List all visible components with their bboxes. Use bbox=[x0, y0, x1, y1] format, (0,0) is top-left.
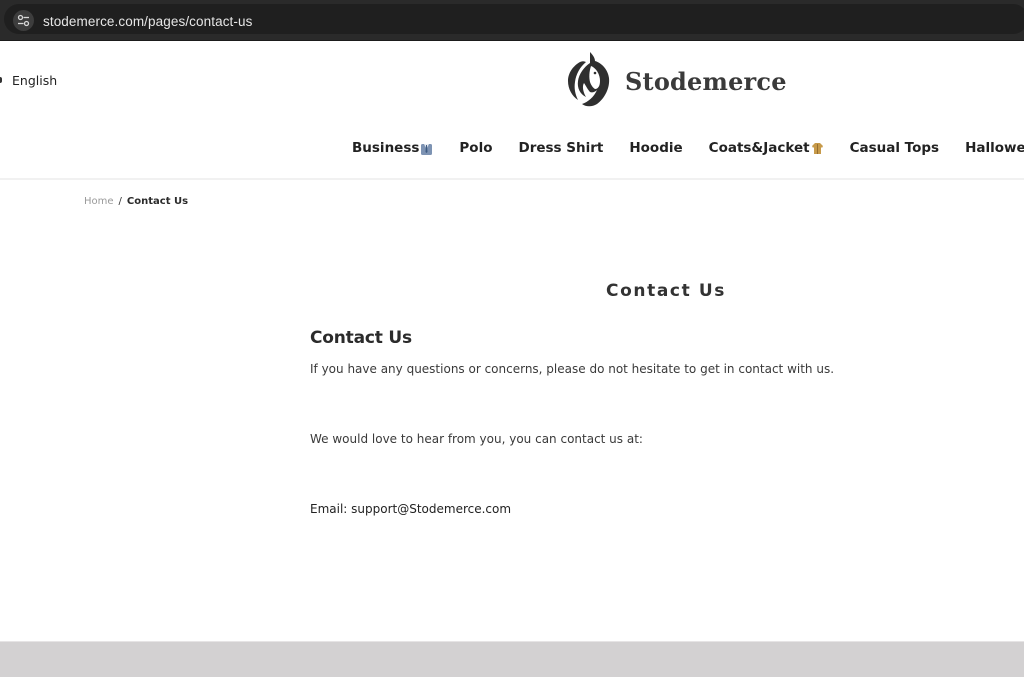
intro-paragraph: If you have any questions or concerns, p… bbox=[310, 362, 835, 376]
url-text[interactable]: stodemerce.com/pages/contact-us bbox=[43, 14, 252, 29]
nav-item-casual-tops[interactable]: Casual Tops bbox=[850, 140, 940, 156]
email-line[interactable]: Email: support@Stodemerce.com bbox=[310, 500, 910, 518]
main-nav: Business Polo Dress Shirt Hoodie Coats&J… bbox=[352, 140, 1024, 156]
nav-item-dress-shirt[interactable]: Dress Shirt bbox=[518, 140, 603, 156]
nav-item-label: Halloween bbox=[965, 140, 1024, 156]
nav-item-business[interactable]: Business bbox=[352, 140, 433, 156]
nav-item-label: Casual Tops bbox=[849, 140, 940, 156]
nav-item-label: Dress Shirt bbox=[518, 140, 604, 156]
nav-item-hoodie[interactable]: Hoodie bbox=[629, 140, 682, 156]
nav-item-label: Polo bbox=[459, 140, 493, 156]
header-divider bbox=[0, 178, 1024, 180]
horse-head-icon bbox=[568, 52, 610, 107]
nav-item-label: Hoodie bbox=[629, 140, 683, 156]
footer bbox=[0, 641, 1024, 677]
nav-item-label: Coats&Jacket bbox=[708, 140, 810, 156]
logo-text: Stodemerce bbox=[625, 66, 787, 96]
breadcrumb-separator: / bbox=[118, 196, 122, 207]
breadcrumb-current: Contact Us bbox=[126, 196, 189, 207]
suit-icon bbox=[421, 143, 433, 155]
breadcrumb: Home / Contact Us bbox=[84, 196, 188, 207]
language-selector[interactable]: English bbox=[12, 73, 57, 88]
page-title: Contact Us bbox=[606, 281, 726, 301]
nav-item-coats-jacket[interactable]: Coats&Jacket bbox=[709, 140, 824, 156]
contact-paragraph: We would love to hear from you, you can … bbox=[310, 432, 643, 446]
nav-item-halloween[interactable]: Halloween bbox=[965, 140, 1024, 156]
logo-link[interactable]: Stodemerce bbox=[564, 50, 787, 108]
url-field[interactable]: stodemerce.com/pages/contact-us bbox=[4, 4, 1024, 34]
browser-address-bar: stodemerce.com/pages/contact-us bbox=[0, 0, 1024, 41]
language-selector-icon[interactable] bbox=[0, 77, 2, 83]
tune-icon[interactable] bbox=[13, 10, 34, 31]
breadcrumb-home-link[interactable]: Home bbox=[84, 196, 114, 207]
coat-icon bbox=[811, 142, 823, 154]
nav-item-label: Business bbox=[352, 140, 420, 156]
nav-item-polo[interactable]: Polo bbox=[459, 140, 492, 156]
content-heading: Contact Us bbox=[310, 328, 412, 348]
page-content: Contact Us If you have any questions or … bbox=[310, 328, 910, 518]
